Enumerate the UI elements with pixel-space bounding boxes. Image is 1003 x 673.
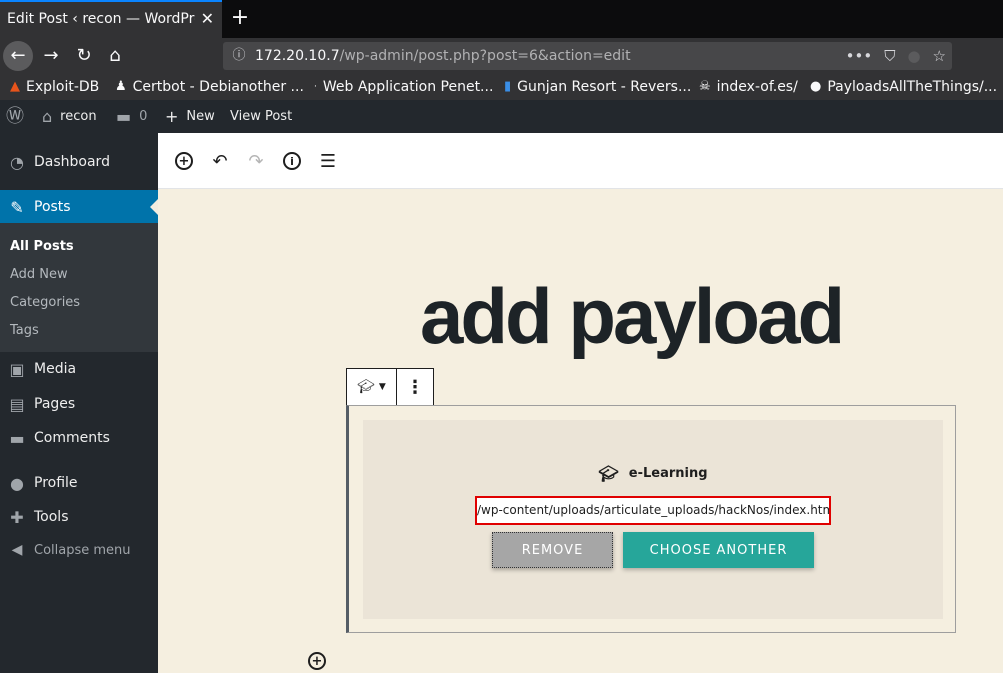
- elearning-block-inner: 🎓︎ e-Learning /wp-content/uploads/articu…: [363, 420, 943, 619]
- choose-another-button[interactable]: CHOOSE ANOTHER: [623, 532, 814, 568]
- bars-icon: ▮: [504, 79, 512, 94]
- more-options-icon[interactable]: ⋮: [397, 369, 433, 405]
- elearning-block[interactable]: 🎓︎ e-Learning /wp-content/uploads/articu…: [346, 405, 956, 633]
- graduation-cap-icon: 🎓︎: [598, 464, 619, 483]
- pocket-icon[interactable]: ⛉: [884, 47, 895, 65]
- tab-title: Edit Post ‹ recon — WordPress: [7, 11, 195, 27]
- editor-toolbar: + ↶ ↷ i ☰: [158, 133, 1003, 189]
- reload-icon[interactable]: ↻: [69, 41, 99, 71]
- close-icon[interactable]: ✕: [201, 2, 214, 36]
- caret-down-icon: ▼: [378, 382, 386, 392]
- home-icon: ⌂: [42, 107, 53, 126]
- browser-navbar: ← → ↻ ⌂ ⓘ 172.20.10.7/wp-admin/post.php?…: [0, 38, 1003, 74]
- block-type-switcher[interactable]: 🎓︎ ▼: [347, 369, 397, 405]
- elearning-label: e-Learning: [628, 466, 708, 481]
- elearning-heading: 🎓︎ e-Learning: [363, 464, 943, 483]
- bookmark-item[interactable]: ♟ Certbot - Debianother ...: [115, 74, 304, 100]
- screen: Edit Post ‹ recon — WordPress ✕ + ← → ↻ …: [0, 0, 1003, 673]
- info-icon[interactable]: i: [278, 147, 306, 175]
- block-toolbar: 🎓︎ ▼ ⋮: [346, 368, 434, 406]
- undo-icon[interactable]: ↶: [206, 147, 234, 175]
- comments-count: 0: [139, 109, 148, 124]
- wordpress-logo-icon[interactable]: Ⓦ: [6, 100, 24, 133]
- comment-icon: ▬: [116, 107, 132, 126]
- back-icon[interactable]: ←: [3, 41, 33, 71]
- post-title[interactable]: add payload: [420, 271, 845, 362]
- inserter-plus-icon[interactable]: +: [308, 652, 326, 670]
- menu-dashboard[interactable]: ◔ Dashboard: [0, 145, 158, 179]
- block-navigation-icon[interactable]: ☰: [314, 147, 342, 175]
- bookmark-item[interactable]: ▮ Gunjan Resort - Revers...: [504, 74, 691, 100]
- url-actions: ••• ⛉ ● ☆: [846, 42, 946, 70]
- menu-profile[interactable]: ● Profile: [0, 466, 158, 500]
- uploaded-file-path: /wp-content/uploads/articulate_uploads/h…: [475, 496, 831, 525]
- wp-admin-bar: Ⓦ ⌂ recon ▬ 0 + New View Post: [0, 100, 1003, 133]
- site-link[interactable]: ⌂ recon: [42, 100, 97, 133]
- submenu-add-new[interactable]: Add New: [10, 267, 68, 282]
- url-path: /wp-admin/post.php?post=6&action=edit: [339, 48, 631, 64]
- bookmarks-bar: ▲ Exploit-DB ♟ Certbot - Debianother ... ·…: [0, 74, 1003, 100]
- block-editor: + ↶ ↷ i ☰ add payload 🎓︎ ▼ ⋮ 🎓︎ e-Learnin…: [158, 133, 1003, 673]
- pages-icon: ▤: [9, 394, 25, 414]
- collapse-icon: ◀: [11, 542, 23, 558]
- plus-icon: +: [165, 107, 179, 126]
- admin-sidebar: ◔ Dashboard ✎ Posts All Posts Add New Cate…: [0, 133, 158, 673]
- pin-icon: ✎: [10, 197, 24, 217]
- flame-icon: ▲: [10, 79, 20, 94]
- submenu-categories[interactable]: Categories: [10, 295, 80, 310]
- browser-tab[interactable]: Edit Post ‹ recon — WordPress ✕: [0, 0, 222, 38]
- new-content-link[interactable]: + New: [165, 100, 215, 133]
- url-host: 172.20.10.7: [255, 48, 340, 64]
- url-text: 172.20.10.7/wp-admin/post.php?post=6&act…: [255, 42, 631, 70]
- github-icon: ●: [810, 79, 822, 94]
- menu-media[interactable]: ▣ Media: [0, 352, 158, 386]
- more-actions-icon[interactable]: •••: [846, 47, 873, 65]
- info-icon[interactable]: ⓘ: [231, 42, 247, 70]
- gauge-icon: ◔: [10, 152, 24, 172]
- comments-link[interactable]: ▬ 0: [116, 100, 147, 133]
- graduation-cap-icon: 🎓︎: [357, 379, 375, 395]
- menu-pages[interactable]: ▤ Pages: [0, 387, 158, 421]
- url-bar[interactable]: ⓘ 172.20.10.7/wp-admin/post.php?post=6&a…: [223, 42, 952, 70]
- browser-tab-strip: Edit Post ‹ recon — WordPress ✕ +: [0, 0, 1003, 38]
- new-tab-button[interactable]: +: [230, 4, 250, 32]
- media-icon: ▣: [9, 359, 25, 379]
- bookmark-item[interactable]: · Web Application Penet...: [314, 74, 493, 100]
- menu-posts[interactable]: ✎ Posts: [0, 190, 158, 224]
- remove-button[interactable]: REMOVE: [492, 532, 613, 568]
- submenu-tags[interactable]: Tags: [10, 323, 39, 338]
- bookmark-star-icon[interactable]: ☆: [933, 47, 946, 65]
- wrench-icon: ✚: [10, 507, 24, 527]
- posts-submenu: All Posts Add New Categories Tags: [0, 223, 158, 352]
- reader-icon[interactable]: ●: [907, 47, 920, 65]
- dot-icon: ·: [314, 82, 317, 92]
- view-post-link[interactable]: View Post: [230, 100, 292, 133]
- user-icon: ●: [10, 473, 24, 493]
- penguin-icon: ♟: [115, 79, 127, 94]
- bookmark-item[interactable]: ☠ index-of.es/: [699, 74, 798, 100]
- forward-icon[interactable]: →: [36, 41, 66, 71]
- bookmark-item[interactable]: ● PayloadsAllTheThings/...: [810, 74, 997, 100]
- new-label: New: [186, 109, 215, 124]
- skull-icon: ☠: [699, 79, 711, 94]
- redo-icon[interactable]: ↷: [242, 147, 270, 175]
- submenu-all-posts[interactable]: All Posts: [10, 239, 74, 254]
- collapse-menu-button[interactable]: ◀ Collapse menu: [0, 538, 158, 562]
- site-name: recon: [60, 109, 97, 124]
- home-icon[interactable]: ⌂: [100, 41, 130, 71]
- bookmark-item[interactable]: ▲ Exploit-DB: [10, 74, 99, 100]
- menu-tools[interactable]: ✚ Tools: [0, 500, 158, 534]
- menu-comments[interactable]: ▬ Comments: [0, 421, 158, 455]
- add-block-icon[interactable]: +: [170, 147, 198, 175]
- comment-icon: ▬: [9, 428, 25, 448]
